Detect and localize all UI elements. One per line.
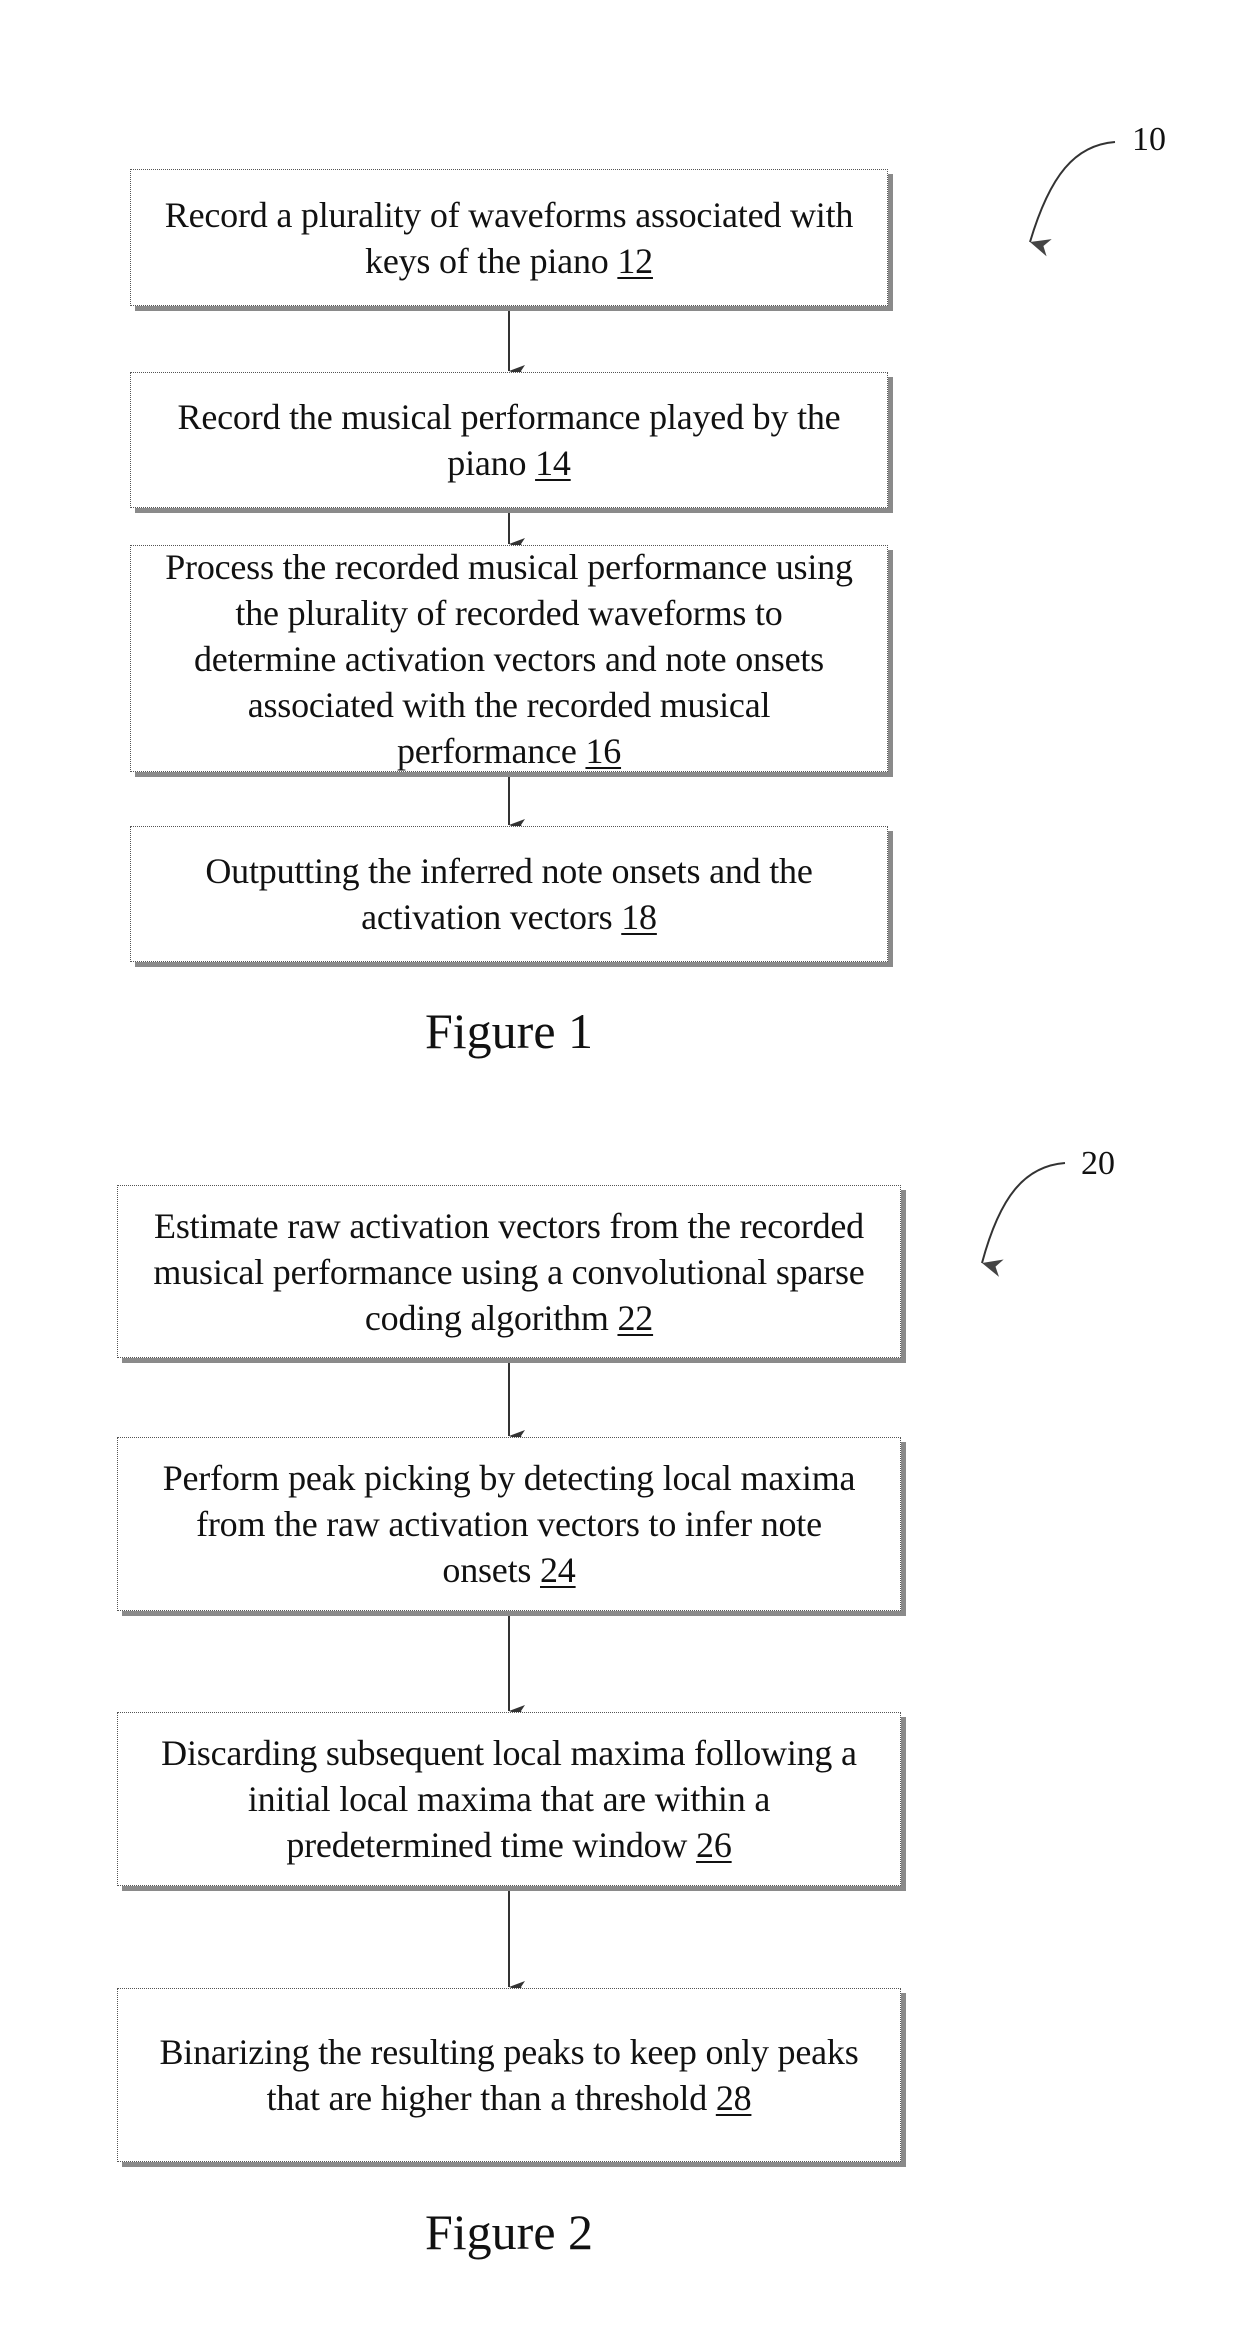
step-text-line: piano 14 <box>447 440 571 486</box>
leader-arrow-10 <box>1029 141 1116 257</box>
step-text: Estimate raw activation vectors from the… <box>154 1205 864 1246</box>
step-text-line: Outputting the inferred note onsets and … <box>205 848 812 894</box>
step-text: predetermined time window <box>286 1825 697 1865</box>
step-text-line: musical performance using a convolutiona… <box>153 1249 864 1295</box>
flowchart-step-28: Binarizing the resulting peaks to keep o… <box>117 1988 901 2162</box>
step-text-line: determine activation vectors and note on… <box>194 636 824 682</box>
step-text: Outputting the inferred note onsets and … <box>205 851 813 891</box>
flowchart-step-12: Record a plurality of waveforms associat… <box>130 169 888 306</box>
step-text: musical performance using a convolutiona… <box>153 1251 865 1292</box>
figure-1-caption: Figure 1 <box>424 1003 594 1059</box>
step-text-line: associated with the recorded musical <box>248 682 771 728</box>
step-text-line: Discarding subsequent local maxima follo… <box>161 1730 857 1776</box>
step-text: keys of the piano <box>365 240 618 281</box>
step-text-line: the plurality of recorded waveforms to <box>235 590 782 636</box>
step-reference-number: 14 <box>535 443 571 483</box>
step-text-line: predetermined time window 26 <box>286 1822 731 1868</box>
step-text: Perform peak picking by detecting local … <box>162 1458 856 1498</box>
step-text-line: Estimate raw activation vectors from the… <box>154 1203 864 1249</box>
step-text-line: performance 16 <box>397 728 621 774</box>
leader-arrow-20 <box>981 1162 1066 1277</box>
step-text: Record a plurality of waveforms associat… <box>164 194 854 235</box>
figure-1-reference-number: 10 <box>1132 121 1166 158</box>
flowchart-step-18: Outputting the inferred note onsets and … <box>130 826 888 962</box>
step-text: Record the musical performance played by… <box>177 397 841 437</box>
step-text-line: coding algorithm 22 <box>365 1295 653 1341</box>
step-text: piano <box>447 443 536 483</box>
step-text-line: Record a plurality of waveforms associat… <box>164 192 854 238</box>
step-text-line: Process the recorded musical performance… <box>165 544 853 590</box>
step-text-line: from the raw activation vectors to infer… <box>196 1501 822 1547</box>
figure-2-caption: Figure 2 <box>424 2204 594 2260</box>
flowchart-step-26: Discarding subsequent local maxima follo… <box>117 1712 901 1886</box>
step-text: determine activation vectors and note on… <box>194 638 824 679</box>
step-reference-number: 28 <box>715 2078 752 2118</box>
step-text-line: Perform peak picking by detecting local … <box>163 1455 856 1501</box>
flowchart-step-24: Perform peak picking by detecting local … <box>117 1437 901 1611</box>
step-text-line: initial local maxima that are within a <box>248 1776 770 1822</box>
step-text: performance <box>396 730 586 771</box>
step-text-line: Record the musical performance played by… <box>178 394 841 440</box>
step-text: Binarizing the resulting peaks to keep o… <box>159 2032 859 2072</box>
step-text-line: activation vectors 18 <box>361 894 657 940</box>
flowchart-step-16: Process the recorded musical performance… <box>130 545 888 772</box>
step-text: coding algorithm <box>364 1297 618 1338</box>
step-text-line: that are higher than a threshold 28 <box>267 2075 752 2121</box>
flowchart-step-14: Record the musical performance played by… <box>130 372 888 508</box>
step-text-line: keys of the piano 12 <box>365 238 653 284</box>
flowchart-step-22: Estimate raw activation vectors from the… <box>117 1185 901 1358</box>
step-text-line: onsets 24 <box>442 1547 575 1593</box>
step-text: activation vectors <box>361 897 622 937</box>
step-text: onsets <box>442 1550 540 1590</box>
step-text: Process the recorded musical performance… <box>165 546 853 587</box>
step-reference-number: 16 <box>585 730 622 771</box>
step-text-line: Binarizing the resulting peaks to keep o… <box>159 2029 858 2075</box>
step-text: Discarding subsequent local maxima follo… <box>161 1733 857 1773</box>
step-reference-number: 24 <box>540 1550 576 1590</box>
step-text: the plurality of recorded waveforms to <box>235 592 783 633</box>
step-reference-number: 26 <box>696 1825 732 1865</box>
step-text: from the raw activation vectors to infer… <box>196 1504 822 1544</box>
figure-2-reference-number: 20 <box>1081 1145 1115 1182</box>
step-reference-number: 12 <box>617 240 653 281</box>
step-reference-number: 18 <box>621 897 657 937</box>
step-reference-number: 22 <box>617 1297 654 1338</box>
step-text: initial local maxima that are within a <box>247 1779 771 1819</box>
step-text: that are higher than a threshold <box>266 2078 716 2118</box>
step-text: associated with the recorded musical <box>247 684 771 725</box>
